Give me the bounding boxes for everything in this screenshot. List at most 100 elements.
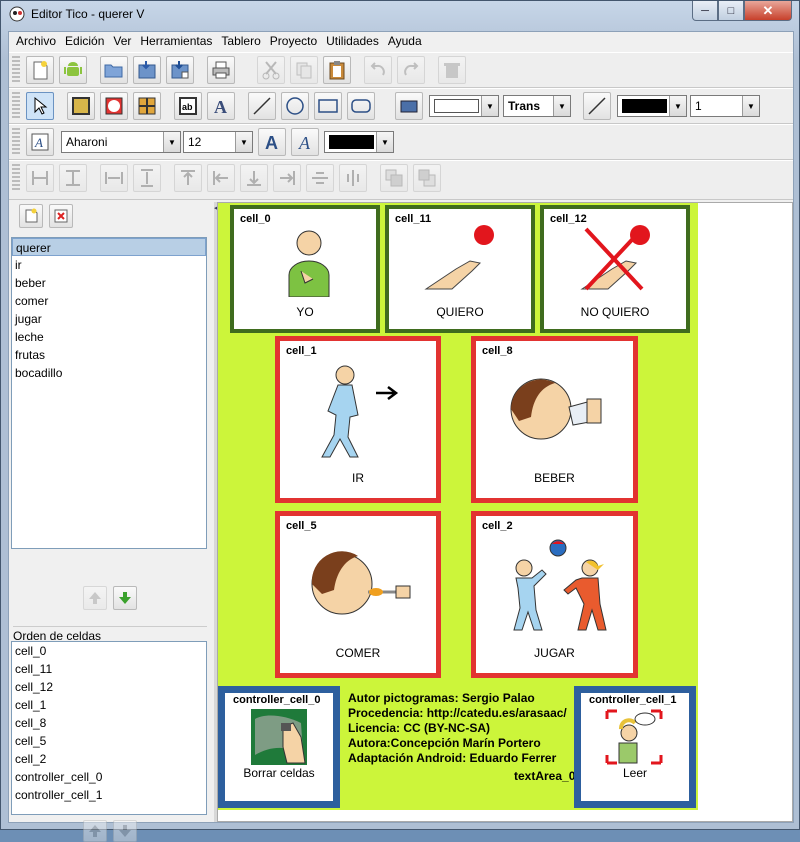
delete-board-button[interactable] xyxy=(49,204,73,228)
board-item-frutas[interactable]: frutas xyxy=(12,346,206,364)
toolbar-grip[interactable] xyxy=(12,56,20,84)
same-width-button[interactable] xyxy=(26,164,54,192)
align-left-button[interactable] xyxy=(207,164,235,192)
vertical-spacing-button[interactable] xyxy=(133,164,161,192)
font-family-select[interactable]: Aharoni ▼ xyxy=(61,131,181,153)
redo-icon xyxy=(404,62,419,76)
textarea-tool-button[interactable]: ab xyxy=(174,92,202,120)
rectangle-tool-button[interactable] xyxy=(314,92,342,120)
cell-order-item[interactable]: cell_5 xyxy=(12,732,206,750)
board-item-leche[interactable]: leche xyxy=(12,328,206,346)
cell-move-up-button[interactable] xyxy=(83,820,107,842)
maximize-button[interactable]: □ xyxy=(718,1,744,21)
cell-ir[interactable]: cell_1 IR xyxy=(275,336,441,503)
center-vertical-button[interactable] xyxy=(306,164,334,192)
cell-comer[interactable]: cell_5 COMER xyxy=(275,511,441,678)
cell-order-item[interactable]: cell_8 xyxy=(12,714,206,732)
align-right-button[interactable] xyxy=(273,164,301,192)
italic-button[interactable]: A xyxy=(291,128,319,156)
board-item-comer[interactable]: comer xyxy=(12,292,206,310)
same-height-button[interactable] xyxy=(59,164,87,192)
font-size-select[interactable]: 12 ▼ xyxy=(183,131,253,153)
menu-archivo[interactable]: Archivo xyxy=(12,32,61,52)
eraser-hand-icon xyxy=(251,709,307,765)
cell-yo[interactable]: cell_0 YO xyxy=(230,205,380,333)
align-bottom-button[interactable] xyxy=(240,164,268,192)
text-tool-button[interactable]: A xyxy=(207,92,235,120)
line-width-select[interactable]: 1 ▼ xyxy=(690,95,760,117)
board-move-up-button[interactable] xyxy=(83,586,107,610)
grid-tool-button[interactable] xyxy=(133,92,161,120)
horizontal-spacing-button[interactable] xyxy=(100,164,128,192)
board-item-ir[interactable]: ir xyxy=(12,256,206,274)
menu-proyecto[interactable]: Proyecto xyxy=(266,32,322,52)
person-eating-icon xyxy=(311,551,411,615)
cell-quiero[interactable]: cell_11 QUIERO xyxy=(385,205,535,333)
cell-order-item[interactable]: controller_cell_0 xyxy=(12,768,206,786)
line-color-button[interactable] xyxy=(583,92,611,120)
center-horizontal-button[interactable] xyxy=(339,164,367,192)
menu-ayuda[interactable]: Ayuda xyxy=(384,32,427,52)
copy-button[interactable] xyxy=(290,56,318,84)
paste-button[interactable] xyxy=(323,56,351,84)
open-button[interactable] xyxy=(100,56,128,84)
cell-order-item[interactable]: cell_0 xyxy=(12,642,206,660)
send-back-button[interactable] xyxy=(413,164,441,192)
cell-beber[interactable]: cell_8 BEBER xyxy=(471,336,638,503)
toolbar-grip[interactable] xyxy=(12,92,20,120)
menu-tablero[interactable]: Tablero xyxy=(217,32,265,52)
controller-cell-leer[interactable]: controller_cell_1 Leer xyxy=(574,686,696,808)
board-item-querer[interactable]: querer xyxy=(12,238,206,256)
close-button[interactable]: ✕ xyxy=(744,1,792,21)
board-item-bocadillo[interactable]: bocadillo xyxy=(12,364,206,382)
menu-utilidades[interactable]: Utilidades xyxy=(322,32,384,52)
board-move-down-button[interactable] xyxy=(113,586,137,610)
rounded-rectangle-tool-button[interactable] xyxy=(347,92,375,120)
cell-order-item[interactable]: cell_11 xyxy=(12,660,206,678)
export-android-button[interactable] xyxy=(59,56,87,84)
menu-edicion[interactable]: Edición xyxy=(61,32,109,52)
bold-button[interactable]: A xyxy=(258,128,286,156)
delete-button[interactable] xyxy=(438,56,466,84)
cell-order-item[interactable]: cell_12 xyxy=(12,678,206,696)
fill-color-button[interactable] xyxy=(395,92,423,120)
text-format-button[interactable]: A xyxy=(26,128,54,156)
line-color-select[interactable]: ▼ xyxy=(617,95,687,117)
cell-move-down-button[interactable] xyxy=(113,820,137,842)
info-text-area[interactable]: Autor pictogramas: Sergio Palao Proceden… xyxy=(348,691,575,784)
cell-order-item[interactable]: controller_cell_1 xyxy=(12,786,206,804)
board-canvas[interactable]: cell_0 YO cell_11 QUIERO cell_12 NO QUIE… xyxy=(217,202,793,822)
board-item-jugar[interactable]: jugar xyxy=(12,310,206,328)
menu-ver[interactable]: Ver xyxy=(109,32,136,52)
print-button[interactable] xyxy=(207,56,235,84)
chevron-down-icon: ▼ xyxy=(163,132,180,152)
bring-front-button[interactable] xyxy=(380,164,408,192)
fill-mode-select[interactable]: Trans ▼ xyxy=(503,95,571,117)
controller-cell-borrar[interactable]: controller_cell_0 Borrar celdas xyxy=(218,686,340,808)
line-tool-button[interactable] xyxy=(248,92,276,120)
minimize-button[interactable]: ─ xyxy=(692,1,718,21)
toolbar-grip[interactable] xyxy=(12,128,20,156)
toolbar-grip[interactable] xyxy=(12,164,20,192)
menu-herramientas[interactable]: Herramientas xyxy=(136,32,217,52)
cell-tool-button[interactable] xyxy=(67,92,95,120)
fill-color-select[interactable]: ▼ xyxy=(429,95,499,117)
undo-button[interactable] xyxy=(364,56,392,84)
controller-cell-tool-button[interactable] xyxy=(100,92,128,120)
cell-jugar[interactable]: cell_2 JUGAR xyxy=(471,511,638,678)
board-item-beber[interactable]: beber xyxy=(12,274,206,292)
cut-button[interactable] xyxy=(257,56,285,84)
select-tool-button[interactable] xyxy=(26,92,54,120)
save-as-button[interactable] xyxy=(166,56,194,84)
save-button[interactable] xyxy=(133,56,161,84)
cell-order-item[interactable]: cell_2 xyxy=(12,750,206,768)
cell-order-item[interactable]: cell_1 xyxy=(12,696,206,714)
ellipse-tool-button[interactable] xyxy=(281,92,309,120)
new-board-button[interactable] xyxy=(19,204,43,228)
text-color-select[interactable]: ▼ xyxy=(324,131,394,153)
align-top-button[interactable] xyxy=(174,164,202,192)
redo-button[interactable] xyxy=(397,56,425,84)
new-project-button[interactable] xyxy=(26,56,54,84)
cell-no-quiero[interactable]: cell_12 NO QUIERO xyxy=(540,205,690,333)
children-playing-ball-icon xyxy=(513,539,607,631)
